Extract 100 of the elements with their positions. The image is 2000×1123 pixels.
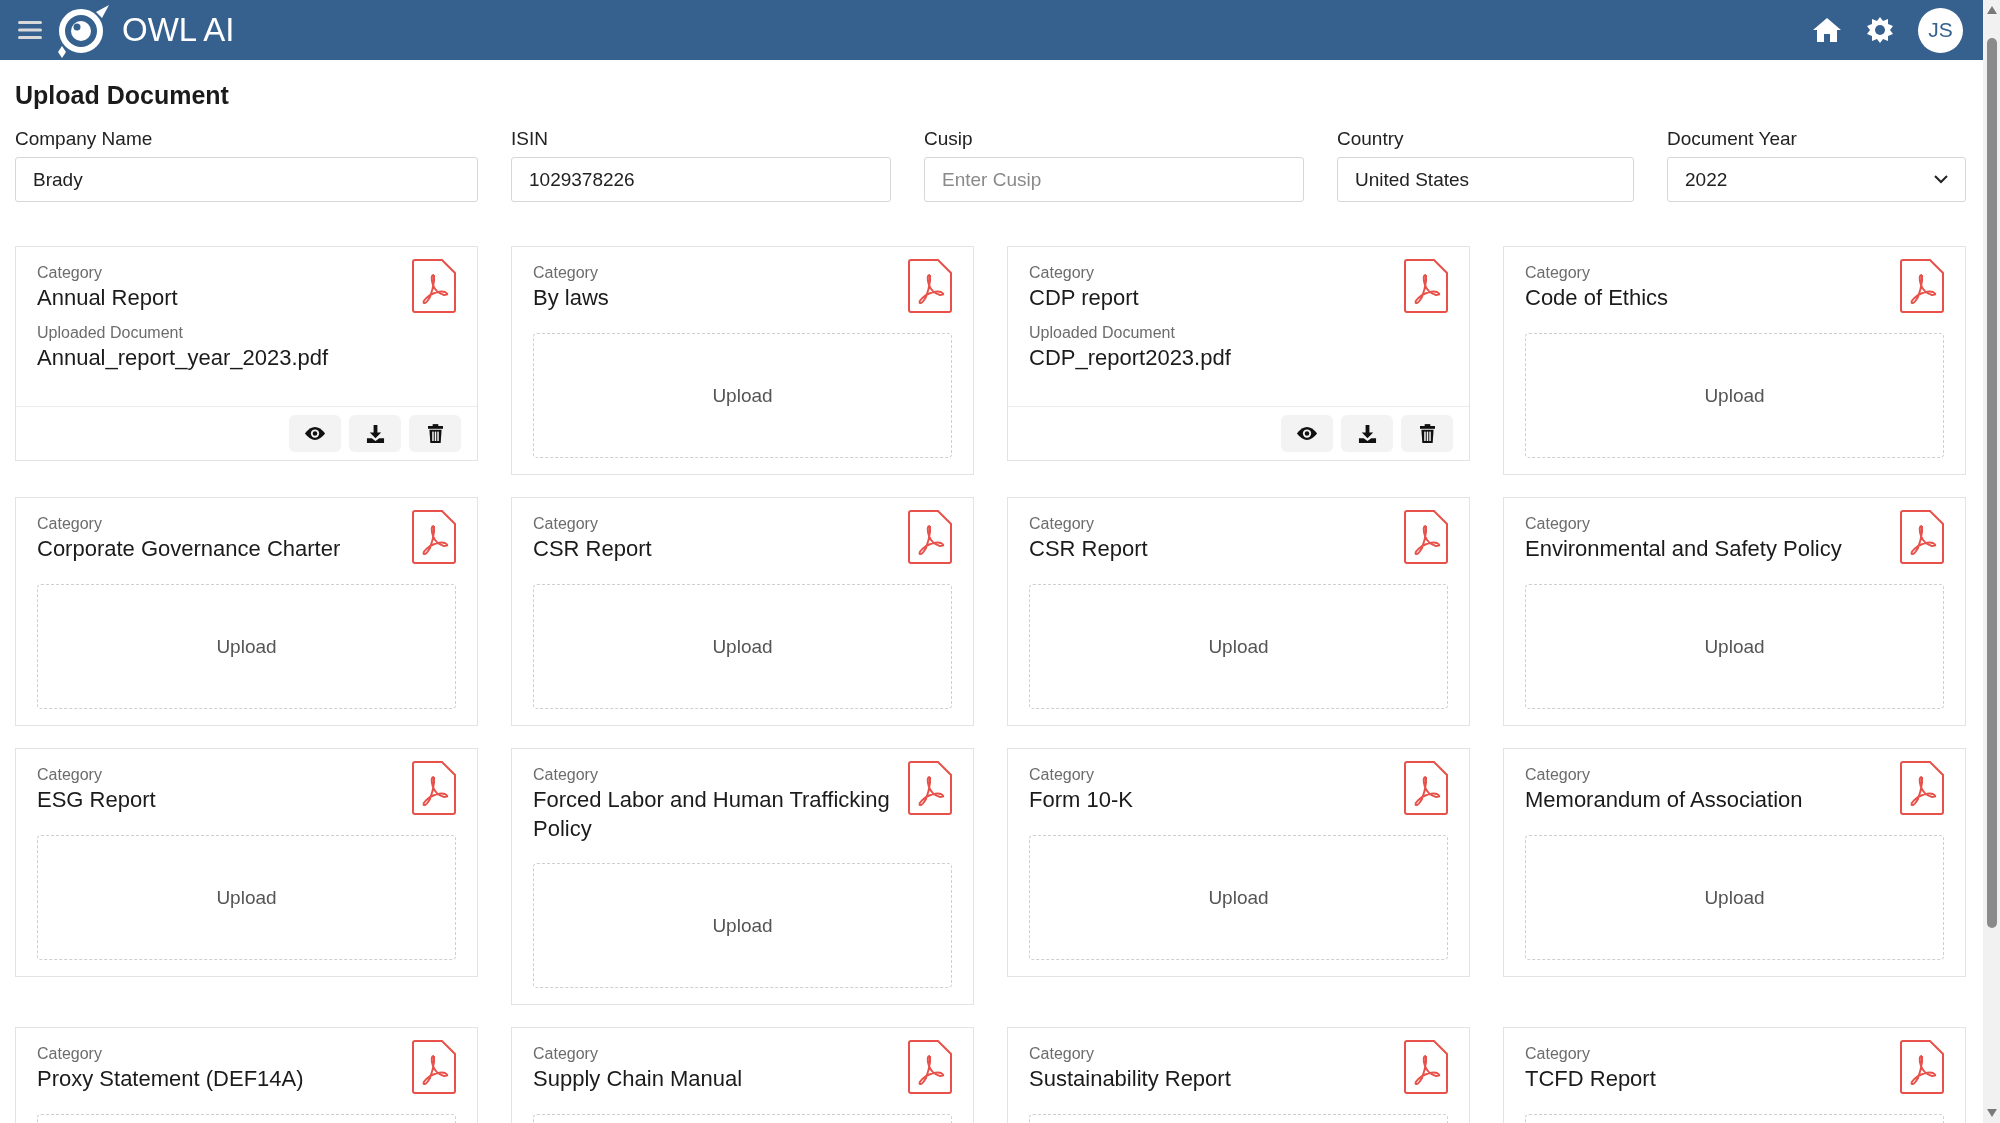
pdf-file-icon (908, 761, 952, 815)
category-label: Category (533, 1044, 599, 1064)
app-title: OWL AI (122, 11, 235, 49)
upload-dropzone[interactable]: Upload (1525, 835, 1944, 960)
category-label: Category (1525, 263, 1591, 283)
year-dropdown[interactable]: 2022 (1667, 157, 1966, 202)
upload-label: Upload (712, 384, 773, 407)
category-name: CDP report (1029, 284, 1139, 312)
trash-icon (427, 424, 443, 443)
category-label: Category (37, 514, 103, 534)
category-name: Forced Labor and Human Trafficking Policy (533, 786, 891, 843)
pdf-file-icon (908, 259, 952, 313)
scroll-up-arrow-icon[interactable] (1986, 6, 1997, 14)
pdf-file-icon (412, 510, 456, 564)
download-icon (1357, 424, 1377, 443)
view-button[interactable] (1281, 415, 1333, 452)
download-button[interactable] (349, 415, 401, 452)
download-button[interactable] (1341, 415, 1393, 452)
category-label: Category (1525, 765, 1591, 785)
upload-label: Upload (1208, 886, 1269, 909)
upload-dropzone[interactable]: Upload (1525, 333, 1944, 458)
pdf-file-icon (1404, 259, 1448, 313)
menu-icon[interactable] (18, 20, 42, 40)
input-field[interactable]: Brady (15, 157, 478, 202)
eye-icon (304, 426, 326, 441)
upload-dropzone[interactable]: Upload (1029, 835, 1448, 960)
field-label: Country (1337, 128, 1405, 150)
delete-button[interactable] (409, 415, 461, 452)
upload-dropzone[interactable]: Upload (533, 584, 952, 709)
pdf-file-icon (1404, 510, 1448, 564)
page-title: Upload Document (15, 81, 230, 110)
pdf-file-icon (1900, 259, 1944, 313)
upload-label: Upload (1208, 635, 1269, 658)
pdf-file-icon (1900, 761, 1944, 815)
category-label: Category (37, 765, 103, 785)
category-name: By laws (533, 284, 609, 312)
upload-dropzone[interactable]: Upload (37, 584, 456, 709)
upload-label: Upload (216, 886, 277, 909)
category-label: Category (533, 514, 599, 534)
pdf-file-icon (1900, 1040, 1944, 1094)
upload-dropzone[interactable]: Upload (533, 863, 952, 988)
upload-label: Upload (712, 635, 773, 658)
upload-dropzone[interactable]: Upload (1029, 584, 1448, 709)
upload-label: Upload (1704, 635, 1765, 658)
upload-dropzone[interactable]: Upload (533, 333, 952, 458)
upload-dropzone[interactable]: Upload (37, 835, 456, 960)
category-label: Category (1029, 765, 1095, 785)
upload-dropzone[interactable]: Upload (1525, 584, 1944, 709)
category-name: CSR Report (533, 535, 652, 563)
file-name: Annual_report_year_2023.pdf (37, 344, 330, 372)
user-avatar[interactable]: JS (1918, 7, 1963, 53)
category-name: TCFD Report (1525, 1065, 1656, 1093)
delete-button[interactable] (1401, 415, 1453, 452)
upload-label: Upload (712, 914, 773, 937)
category-label: Category (1029, 514, 1095, 534)
category-label: Category (1525, 514, 1591, 534)
category-name: Corporate Governance Charter (37, 535, 341, 563)
category-label: Category (1029, 263, 1095, 283)
category-label: Category (37, 1044, 103, 1064)
pdf-file-icon (412, 761, 456, 815)
scroll-down-arrow-icon[interactable] (1986, 1109, 1997, 1117)
view-button[interactable] (289, 415, 341, 452)
field-label: Document Year (1667, 128, 1798, 150)
input-field[interactable]: 1029378226 (511, 157, 891, 202)
upload-label: Upload (1704, 384, 1765, 407)
uploaded-document-label: Uploaded Document (37, 323, 184, 343)
scrollbar[interactable] (1983, 0, 2000, 1123)
category-name: Proxy Statement (DEF14A) (37, 1065, 304, 1093)
pdf-file-icon (412, 1040, 456, 1094)
pdf-file-icon (412, 259, 456, 313)
pdf-file-icon (908, 510, 952, 564)
upload-label: Upload (1704, 886, 1765, 909)
pdf-file-icon (1404, 761, 1448, 815)
chevron-down-icon (1934, 175, 1948, 184)
category-name: Supply Chain Manual (533, 1065, 743, 1093)
category-name: Annual Report (37, 284, 178, 312)
input-field[interactable]: Enter Cusip (924, 157, 1304, 202)
trash-icon (1419, 424, 1435, 443)
category-name: Memorandum of Association (1525, 786, 1803, 814)
home-icon[interactable] (1812, 17, 1842, 43)
category-name: Form 10-K (1029, 786, 1133, 814)
category-name: ESG Report (37, 786, 156, 814)
upload-label: Upload (216, 635, 277, 658)
field-label: ISIN (511, 128, 549, 150)
uploaded-document-label: Uploaded Document (1029, 323, 1176, 343)
category-name: Code of Ethics (1525, 284, 1669, 312)
category-label: Category (1029, 1044, 1095, 1064)
field-label: Company Name (15, 128, 154, 150)
input-field[interactable]: United States (1337, 157, 1634, 202)
field-label: Cusip (924, 128, 974, 150)
pdf-file-icon (908, 1040, 952, 1094)
category-label: Category (533, 263, 599, 283)
settings-icon[interactable] (1866, 16, 1894, 44)
eye-icon (1296, 426, 1318, 441)
category-label: Category (37, 263, 103, 283)
category-label: Category (1525, 1044, 1591, 1064)
pdf-file-icon (1900, 510, 1944, 564)
file-name: CDP_report2023.pdf (1029, 344, 1232, 372)
pdf-file-icon (1404, 1040, 1448, 1094)
scrollbar-thumb[interactable] (1986, 38, 1997, 928)
